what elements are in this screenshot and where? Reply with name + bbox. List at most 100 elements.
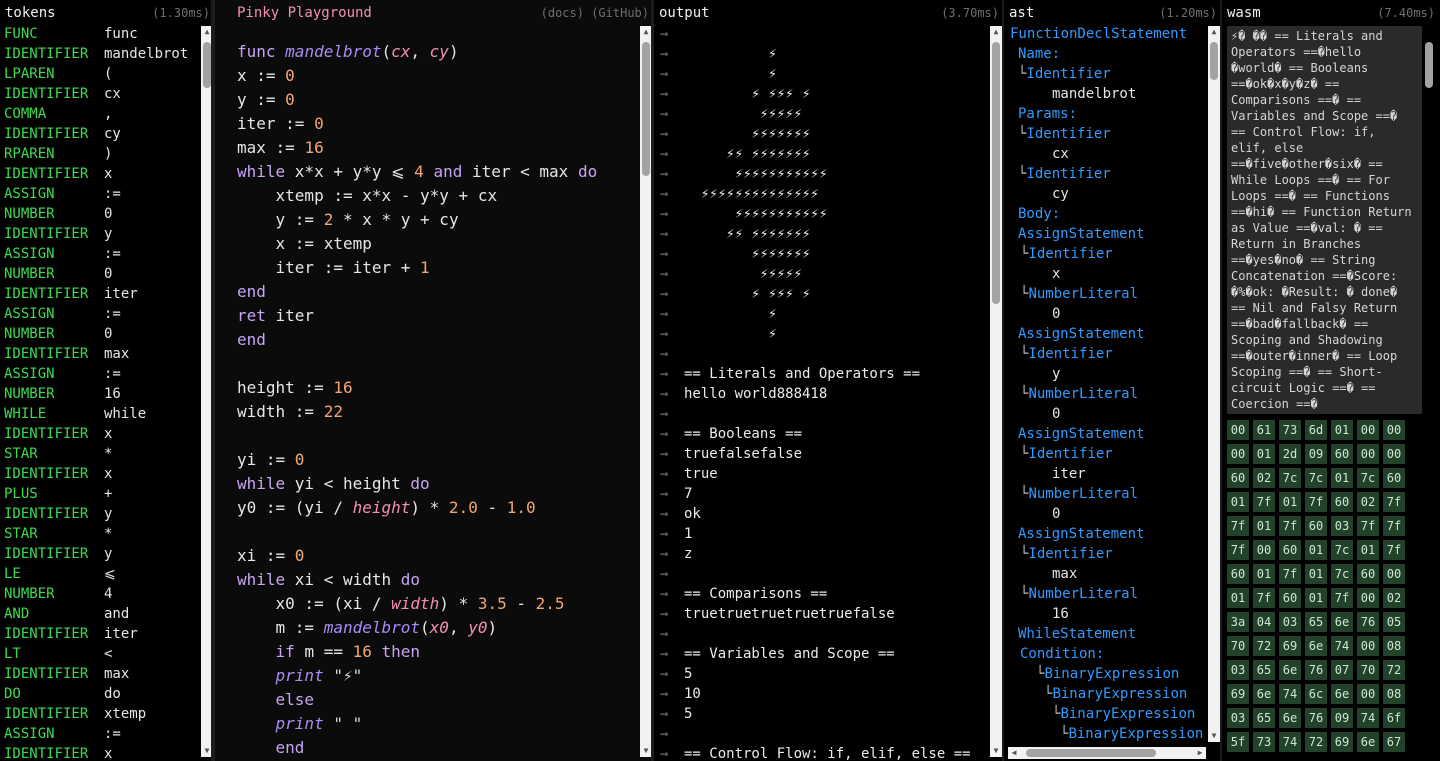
code-token: 3.5 [477, 594, 507, 613]
code-token: iter := iter + [237, 258, 421, 277]
code-line[interactable]: print " " [237, 712, 597, 736]
token-row: IDENTIFIER y [4, 544, 188, 564]
ast-row: Name: [1010, 44, 1210, 64]
code-editor[interactable]: func mandelbrot(cx, cy) x := 0y := 0 iter … [237, 40, 597, 760]
code-line[interactable]: if m == 16 then [237, 640, 597, 664]
output-text: == Booleans == [684, 426, 803, 442]
code-line[interactable]: iter := 0 [237, 112, 597, 136]
wasm-timing: (7.40ms) [1377, 6, 1435, 20]
code-line[interactable]: while yi < height do [237, 472, 597, 496]
output-text: 10 [684, 686, 701, 702]
token-type: IDENTIFIER [4, 346, 89, 362]
token-type: IDENTIFIER [4, 666, 89, 682]
code-line[interactable]: xi := 0 [237, 544, 597, 568]
hex-byte: 7f [1383, 492, 1405, 512]
token-value: x [104, 426, 113, 442]
code-token: ) [487, 618, 498, 637]
code-line[interactable]: y := 0 [237, 88, 597, 112]
code-line[interactable]: x := 0 [237, 64, 597, 88]
code-line[interactable]: x0 := (xi / width) * 3.5 - 2.5 [237, 592, 597, 616]
code-line[interactable] [237, 424, 597, 448]
ast-row: Params: [1010, 104, 1210, 124]
ast-node-name: BinaryExpression [1068, 726, 1204, 742]
code-line[interactable]: max := 16 [237, 136, 597, 160]
hex-byte: 01 [1331, 420, 1353, 440]
code-token: print [275, 714, 334, 733]
hex-byte: 01 [1331, 468, 1353, 488]
code-token: xi < width [294, 570, 401, 589]
code-token: 0 [294, 450, 305, 469]
scroll-down-icon[interactable]: ▼ [1208, 730, 1220, 742]
code-line[interactable]: iter := iter + 1 [237, 256, 597, 280]
token-value: 0 [104, 266, 113, 282]
ast-scrollbar[interactable]: ▲ ▼ [1208, 26, 1220, 742]
wasm-scrollbar[interactable] [1424, 26, 1434, 757]
scroll-up-icon[interactable]: ▲ [990, 26, 1002, 38]
code-line[interactable]: yi := 0 [237, 448, 597, 472]
code-line[interactable]: xtemp := x*x - y*y + cx [237, 184, 597, 208]
hex-byte: 00 [1383, 564, 1405, 584]
ast-scroll-thumb[interactable] [1210, 42, 1218, 80]
code-token: y := [237, 90, 286, 109]
hex-byte: 74 [1279, 732, 1301, 752]
output-scrollbar[interactable]: ▲ ▼ [990, 26, 1002, 757]
hex-byte: 00 [1253, 540, 1275, 560]
token-type: IDENTIFIER [4, 506, 89, 522]
token-row: COMMA, [4, 104, 188, 124]
code-line[interactable]: y := 2 * x * y + cy [237, 208, 597, 232]
code-line[interactable]: y0 := (yi / height) * 2.0 - 1.0 [237, 496, 597, 520]
code-line[interactable]: else [237, 688, 597, 712]
ast-node-name: BinaryExpression [1052, 686, 1188, 702]
scroll-left-icon[interactable]: ◀ [1008, 747, 1020, 759]
code-line[interactable]: m := mandelbrot(x0, y0) [237, 616, 597, 640]
output-scroll-thumb[interactable] [992, 42, 1000, 304]
hex-byte: 00 [1357, 684, 1379, 704]
code-line[interactable]: end [237, 328, 597, 352]
editor-scroll-thumb[interactable] [642, 42, 650, 176]
ast-tree: FunctionDeclStatement Name: └Identifier man… [1010, 24, 1210, 744]
token-type: ASSIGN [4, 306, 55, 322]
editor-links[interactable]: (docs) (GitHub) [541, 6, 649, 20]
ast-row: └BinaryExpression [1010, 684, 1210, 704]
token-type: STAR [4, 526, 38, 542]
code-line[interactable]: height := 16 [237, 376, 597, 400]
code-line[interactable]: while xi < width do [237, 568, 597, 592]
ast-hscrollbar[interactable]: ◀ ▶ [1008, 747, 1206, 759]
ast-row: 0 [1010, 504, 1210, 524]
hex-byte: 00 [1357, 588, 1379, 608]
code-token: then [371, 642, 421, 661]
hex-byte: 60 [1227, 468, 1249, 488]
code-line[interactable]: end [237, 280, 597, 304]
code-line[interactable]: ret iter [237, 304, 597, 328]
code-line[interactable] [237, 520, 597, 544]
token-value: y [104, 506, 113, 522]
hex-byte: 03 [1227, 708, 1249, 728]
token-row: STAR * [4, 524, 188, 544]
tokens-header: tokens (1.30ms) [0, 0, 215, 26]
ast-node-name: Identifier [1028, 546, 1113, 562]
wasm-scroll-thumb[interactable] [1425, 42, 1433, 88]
token-type: STAR [4, 446, 38, 462]
code-line[interactable]: func mandelbrot(cx, cy) [237, 40, 597, 64]
scroll-down-icon[interactable]: ▼ [990, 745, 1002, 757]
tokens-scroll-thumb[interactable] [203, 42, 211, 88]
ast-row: └NumberLiteral [1010, 384, 1210, 404]
code-token: , [448, 618, 469, 637]
code-line[interactable]: while x*x + y*y ⩽ 4 and iter < max do [237, 160, 597, 184]
token-row: IDENTIFIER iter [4, 284, 188, 304]
scroll-up-icon[interactable]: ▲ [1208, 26, 1220, 38]
ast-node-name: Identifier [1028, 246, 1113, 262]
token-type: NUMBER [4, 266, 55, 282]
code-line[interactable]: x := xtemp [237, 232, 597, 256]
token-type: LPAREN [4, 66, 55, 82]
hex-byte: 03 [1279, 612, 1301, 632]
scroll-right-icon[interactable]: ▶ [1194, 747, 1206, 759]
code-line[interactable]: print "⚡" [237, 664, 597, 688]
code-line[interactable]: end [237, 736, 597, 760]
code-line[interactable] [237, 352, 597, 376]
hex-byte: 7f [1383, 516, 1405, 536]
code-line[interactable]: width := 22 [237, 400, 597, 424]
tokens-list: FUNC func IDENTIFIER mandelbrot LPAREN (IDENT… [4, 24, 188, 761]
ast-hscroll-thumb[interactable] [1026, 749, 1156, 757]
hex-byte: 76 [1305, 660, 1327, 680]
